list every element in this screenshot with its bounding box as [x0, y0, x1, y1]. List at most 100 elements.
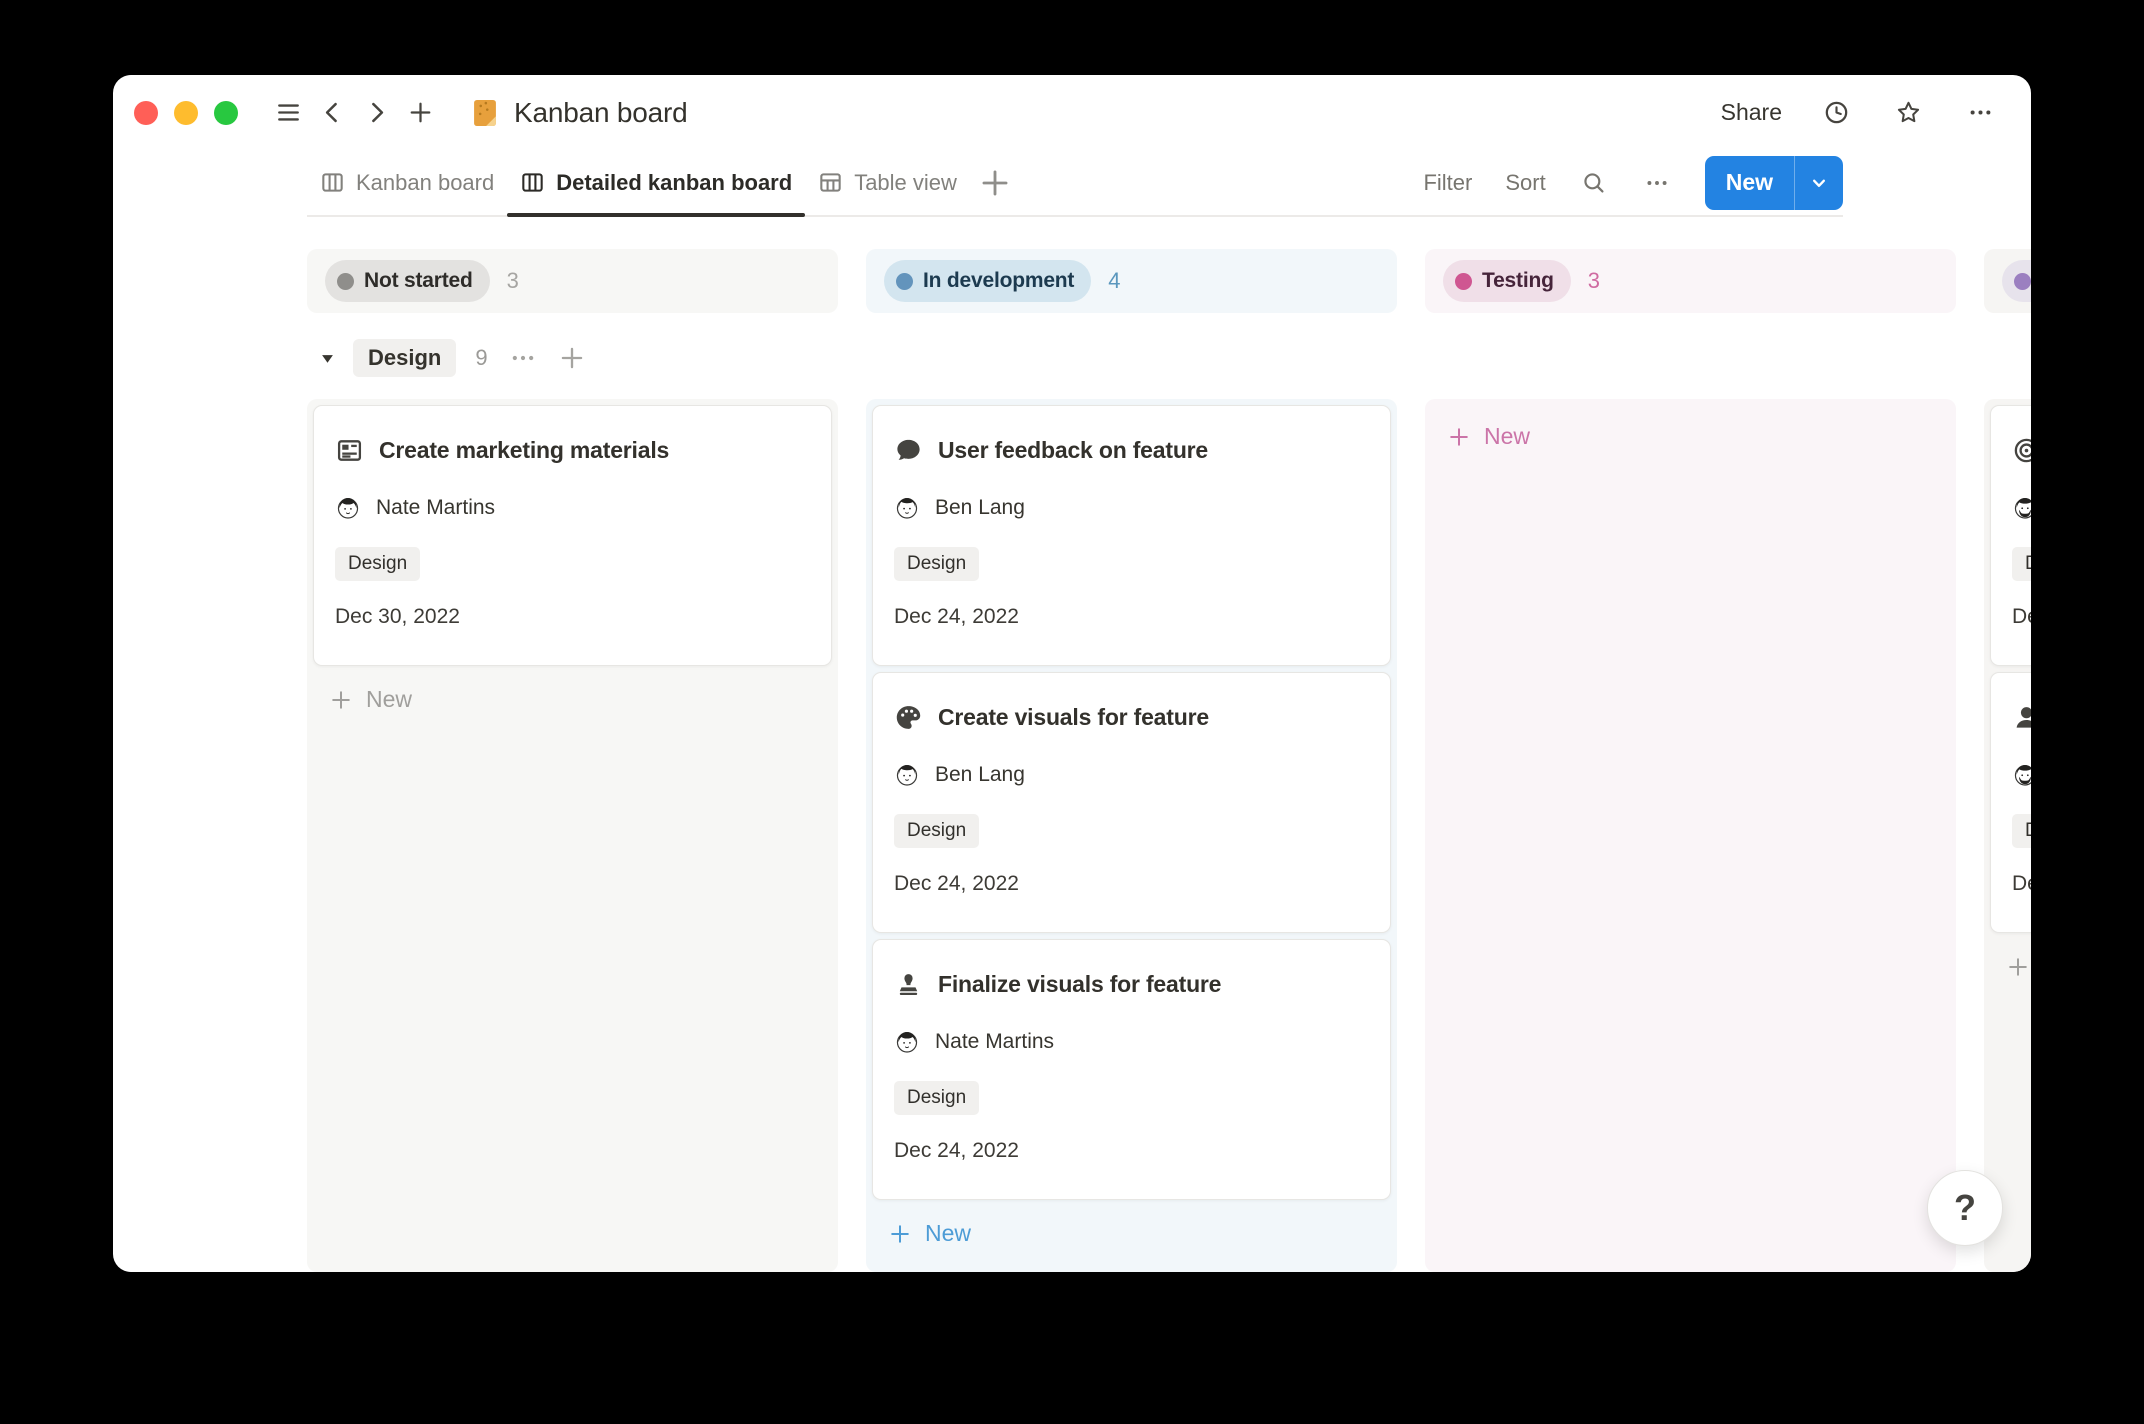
card-tag-row: Design — [894, 1081, 1369, 1115]
kanban-card[interactable]: DesignDec 24, 2022 — [1990, 672, 2031, 933]
app-window: Kanban board Share Kanban board Detailed … — [113, 75, 2031, 1272]
page-title: Kanban board — [514, 97, 688, 129]
assignee-name: Nate Martins — [935, 1030, 1054, 1054]
new-page-icon[interactable] — [402, 95, 438, 131]
card-title-row: Create visuals for feature — [894, 703, 1369, 732]
kanban-card[interactable]: Finalize visuals for feature Nate Martins… — [872, 939, 1391, 1200]
chevron-down-icon[interactable] — [1795, 156, 1843, 210]
favorite-star-icon[interactable] — [1890, 95, 1926, 131]
view-tabbar: Kanban board Detailed kanban board Table v… — [307, 150, 1843, 217]
history-clock-icon[interactable] — [1818, 95, 1854, 131]
new-card-label: New — [925, 1220, 971, 1247]
tab-kanban-board[interactable]: Kanban board — [307, 150, 507, 215]
status-dot — [1455, 273, 1472, 290]
group-add-icon[interactable] — [558, 344, 586, 372]
new-button[interactable]: New — [1705, 156, 1843, 210]
card-assignee-row — [2012, 762, 2031, 788]
avatar-ben-lang — [894, 495, 920, 521]
view-tabs: Kanban board Detailed kanban board Table v… — [307, 150, 970, 215]
card-tag-row: Design — [894, 814, 1369, 848]
card-assignee-row: Nate Martins — [335, 495, 810, 521]
group-name-pill[interactable]: Design — [353, 339, 456, 377]
status-label: In development — [923, 269, 1074, 293]
titlebar: Kanban board Share — [113, 75, 2031, 150]
kanban-card[interactable]: User feedback on featureBen LangDesignDe… — [872, 405, 1391, 666]
view-options-icon[interactable] — [1642, 168, 1672, 198]
new-card-button[interactable]: New — [329, 686, 822, 713]
forward-icon[interactable] — [358, 95, 394, 131]
due-date: Dec 24, 2022 — [894, 605, 1369, 629]
status-pill-in-development[interactable]: In development — [884, 260, 1091, 302]
column-header-column-4-partial — [1984, 249, 2031, 313]
column-count: 4 — [1108, 268, 1120, 294]
card-title: Finalize visuals for feature — [938, 971, 1221, 998]
plus-icon — [2006, 955, 2030, 979]
tab-table-view[interactable]: Table view — [805, 150, 970, 215]
minimize-button[interactable] — [174, 101, 198, 125]
collapse-triangle-icon[interactable] — [318, 349, 337, 368]
menu-icon[interactable] — [270, 95, 306, 131]
tab-detailed-kanban-board[interactable]: Detailed kanban board — [507, 150, 805, 215]
group-more-icon[interactable] — [509, 344, 537, 372]
share-button[interactable]: Share — [1721, 99, 1782, 126]
kanban-card[interactable]: Create marketing materials Nate Martins De… — [313, 405, 832, 666]
new-card-button[interactable]: New — [1447, 423, 1940, 450]
newspaper-icon — [335, 436, 364, 465]
card-tag-row: Design — [2012, 814, 2031, 848]
board-view-icon — [520, 170, 545, 195]
design-tag: Design — [894, 814, 979, 848]
palette-icon — [894, 703, 923, 732]
card-assignee-row: Ben Lang — [894, 495, 1369, 521]
avatar-bearded-user — [2012, 495, 2031, 521]
design-tag: Design — [894, 547, 979, 581]
close-button[interactable] — [134, 101, 158, 125]
search-icon[interactable] — [1579, 168, 1609, 198]
new-button-label[interactable]: New — [1705, 156, 1794, 210]
column-in-development: User feedback on featureBen LangDesignDe… — [866, 399, 1397, 1272]
kanban-card[interactable]: DesignDec 24, 2022 — [1990, 405, 2031, 666]
card-title: Create visuals for feature — [938, 704, 1209, 731]
card-tag-row: Design — [335, 547, 810, 581]
design-tag: Design — [2012, 547, 2031, 581]
status-dot — [896, 273, 913, 290]
kanban-board: Not started3In development4Testing3 Desi… — [113, 217, 2031, 1272]
page-emoji-icon — [468, 96, 502, 130]
avatar-nate-martins — [894, 1029, 920, 1055]
status-pill-column-4-partial[interactable] — [2002, 260, 2031, 302]
column-testing: New — [1425, 399, 1956, 1272]
column-column-4-partial: DesignDec 24, 2022 DesignDec 24, 2022 New — [1984, 399, 2031, 1272]
filter-button[interactable]: Filter — [1423, 170, 1472, 196]
sort-button[interactable]: Sort — [1505, 170, 1545, 196]
plus-icon — [888, 1222, 912, 1246]
status-pill-testing[interactable]: Testing — [1443, 260, 1571, 302]
help-button[interactable]: ? — [1927, 1170, 2003, 1246]
new-card-label: New — [366, 686, 412, 713]
column-headers-row: Not started3In development4Testing3 — [307, 249, 2031, 313]
column-header-in-development: In development 4 — [866, 249, 1397, 313]
add-view-button[interactable] — [978, 166, 1012, 200]
kanban-card[interactable]: Create visuals for featureBen LangDesign… — [872, 672, 1391, 933]
assignee-name: Nate Martins — [376, 496, 495, 520]
group-count: 9 — [475, 345, 487, 371]
window-controls — [134, 101, 238, 125]
tab-label: Detailed kanban board — [556, 170, 792, 196]
avatar-bearded-user — [2012, 762, 2031, 788]
back-icon[interactable] — [314, 95, 350, 131]
due-date: Dec 24, 2022 — [894, 1139, 1369, 1163]
status-pill-not-started[interactable]: Not started — [325, 260, 490, 302]
new-card-label: New — [1484, 423, 1530, 450]
titlebar-actions: Share — [1721, 95, 1998, 131]
design-tag: Design — [2012, 814, 2031, 848]
card-title: Create marketing materials — [379, 437, 669, 464]
status-label: Not started — [364, 269, 473, 293]
user-bust-icon — [2012, 703, 2031, 732]
zoom-button[interactable] — [214, 101, 238, 125]
more-options-icon[interactable] — [1962, 95, 1998, 131]
card-tag-row: Design — [894, 547, 1369, 581]
column-header-testing: Testing3 — [1425, 249, 1956, 313]
tab-label: Kanban board — [356, 170, 494, 196]
new-card-button[interactable]: New — [888, 1220, 1381, 1247]
board-view-icon — [320, 170, 345, 195]
new-card-button[interactable]: New — [2006, 953, 2031, 980]
card-assignee-row — [2012, 495, 2031, 521]
